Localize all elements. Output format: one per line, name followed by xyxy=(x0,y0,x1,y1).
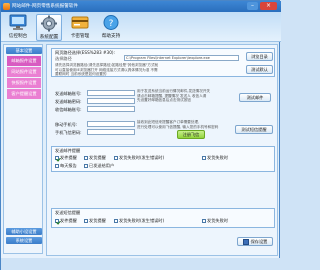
sidebar-item-customer[interactable]: 客户提醒设置 xyxy=(7,89,41,99)
mail-pass-label: 发送邮箱密码: xyxy=(55,99,82,104)
save-icon xyxy=(242,239,249,245)
path-sub-label: 选择路径 xyxy=(55,56,72,61)
test-default-button[interactable]: 测试默认 xyxy=(246,65,273,74)
browse-dir-button[interactable]: 浏览目录 xyxy=(246,52,273,61)
settings-panel: 网页路径选择(ESS%283 #30): 选择路径 C:\Program Fil… xyxy=(46,44,278,256)
main-toolbar: 信控制台 系统配置 卡密管理 ? 帮助支持 xyxy=(1,12,281,42)
checkbox-icon[interactable] xyxy=(55,219,59,223)
sidebar-item-mail[interactable]: 邮箱报件设置 xyxy=(7,56,41,66)
close-button[interactable]: × xyxy=(260,2,277,10)
checkbox-icon[interactable] xyxy=(114,156,118,160)
test-sms-button[interactable]: 测试短信提醒 xyxy=(235,125,273,134)
phone-input[interactable] xyxy=(87,121,135,127)
mail-user-input[interactable] xyxy=(87,90,135,96)
tool-help[interactable]: ? 帮助支持 xyxy=(98,14,124,41)
save-settings-button[interactable]: 保存设置 xyxy=(237,237,273,246)
mail-opt-daily[interactable]: 每天报告 xyxy=(55,163,77,169)
svg-text:?: ? xyxy=(109,19,114,29)
sms-opt-send[interactable]: 发件提醒 xyxy=(55,218,77,224)
checkbox-icon[interactable] xyxy=(84,219,88,223)
path-note: 请先选择浏览器路径(请先选择路径)如路径是"其他浏览器"方式就 可以直接使用IE… xyxy=(55,63,159,77)
window-title: 网站邮件-网页零售系统报警软件 xyxy=(12,4,78,9)
mail-alert-title: 发送邮件提醒 xyxy=(55,148,81,153)
help-icon: ? xyxy=(103,15,119,30)
tool-system-config-label: 系统配置 xyxy=(39,35,59,40)
checkbox-icon[interactable] xyxy=(55,164,59,168)
sms-alert-group: 发送短信提醒 发件提醒 发货提醒 发货失败时(发生错误时) 发货失败时 xyxy=(51,208,275,228)
checkbox-icon[interactable] xyxy=(84,156,88,160)
sms-opt-deliver[interactable]: 发货提醒 xyxy=(84,218,106,224)
checkbox-icon[interactable] xyxy=(84,164,88,168)
sms-alert-title: 发送短信提醒 xyxy=(55,210,81,215)
sidebar: 基本设置 邮箱报件设置 网站报件设置 快报报件设置 客户提醒设置 辅助小设设置 … xyxy=(3,44,43,254)
checkbox-icon[interactable] xyxy=(114,219,118,223)
gear-icon xyxy=(41,15,57,32)
tool-system-config[interactable]: 系统配置 xyxy=(36,14,62,41)
sms-opt-fail-error[interactable]: 发货失败时(发生错误时) xyxy=(114,218,164,224)
mail-alert-group: 发送邮件提醒 发件提醒 发货提醒 发货失败时(发生错误时) 发货失败时 每天报告… xyxy=(51,146,275,172)
mail-note: 用于发送系统当前运行情况邮件,发送情况开关 请点击邮箱提醒, 提醒情况 发送人 … xyxy=(137,89,211,103)
mail-pass-input[interactable] xyxy=(87,98,135,104)
title-bar: 网站邮件-网页零售系统报警软件 – × xyxy=(1,1,281,12)
tool-console[interactable]: 信控制台 xyxy=(5,14,31,41)
tool-console-label: 信控制台 xyxy=(8,34,28,39)
test-mail-button[interactable]: 测试邮件 xyxy=(239,93,271,102)
status-bar xyxy=(1,258,281,270)
tool-help-label: 帮助支持 xyxy=(101,34,121,39)
mail-opt-sent-user[interactable]: 已发送给用户 xyxy=(84,163,114,169)
app-window: 网站邮件-网页零售系统报警软件 – × 信控制台 系统配置 卡密管理 ? 帮助支… xyxy=(0,0,281,270)
tool-card-manage-label: 卡密管理 xyxy=(70,34,90,39)
fetion-pass-input[interactable] xyxy=(87,129,135,135)
register-fetion-button[interactable]: 注册飞信 xyxy=(177,130,205,139)
browser-path-input[interactable]: C:\Program Files\Internet Explorer\iexpl… xyxy=(124,55,239,61)
phone-label: 移动手机号: xyxy=(55,122,78,127)
sidebar-item-site[interactable]: 网站报件设置 xyxy=(7,67,41,77)
app-logo-icon xyxy=(3,3,10,10)
checkbox-icon[interactable] xyxy=(202,219,206,223)
sidebar-head-helper[interactable]: 辅助小设设置 xyxy=(6,228,42,235)
card-icon xyxy=(71,16,89,29)
mail-opt-deliver[interactable]: 发货提醒 xyxy=(84,155,106,161)
checkbox-icon[interactable] xyxy=(202,156,206,160)
mail-opt-fail-error[interactable]: 发货失败时(发生错误时) xyxy=(114,155,164,161)
tool-card-manage[interactable]: 卡密管理 xyxy=(67,14,93,41)
fetion-label: 手机飞信密码: xyxy=(55,130,82,135)
mail-opt-fail[interactable]: 发货失败时 xyxy=(202,155,228,161)
sidebar-head-basic[interactable]: 基本设置 xyxy=(6,47,42,54)
sidebar-head-system[interactable]: 系统设置 xyxy=(6,237,42,244)
sms-opt-fail[interactable]: 发货失败时 xyxy=(202,218,228,224)
mail-opt-send[interactable]: 发件提醒 xyxy=(55,155,77,161)
browser-path-group: 网页路径选择(ESS%283 #30): 选择路径 C:\Program Fil… xyxy=(51,48,275,77)
mail-user-label: 发送邮箱账号: xyxy=(55,91,82,96)
monitor-icon xyxy=(9,14,27,30)
minimize-button[interactable]: – xyxy=(247,2,258,10)
recv-mail-input[interactable] xyxy=(87,106,135,112)
sidebar-item-express[interactable]: 快报报件设置 xyxy=(7,78,41,88)
phone-note: 接收到此短信来提醒客户订单需要处理, 进行处理可以使用飞信提醒, 输入您的手机号… xyxy=(137,120,219,129)
recv-mail-label: 收信邮箱账号: xyxy=(55,107,82,112)
checkbox-icon[interactable] xyxy=(55,156,59,160)
